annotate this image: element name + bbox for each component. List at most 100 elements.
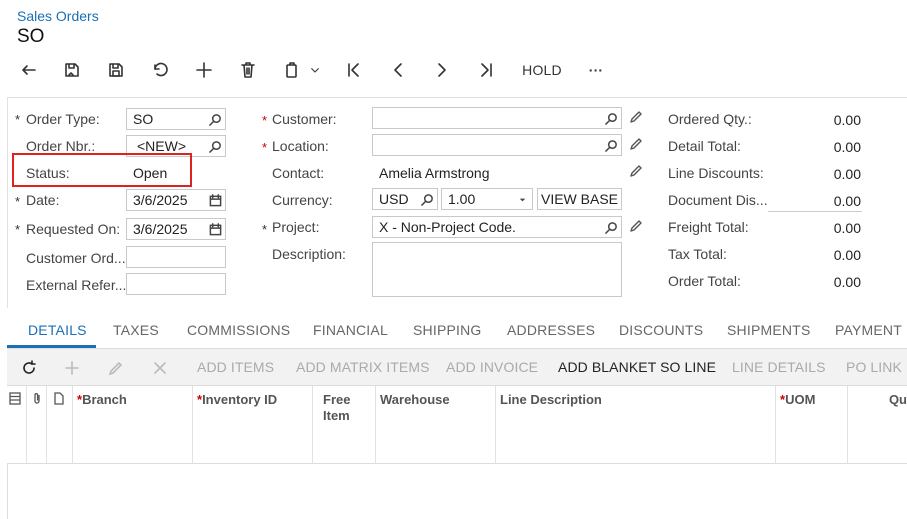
currency-field[interactable]: USD <box>372 188 438 210</box>
external-reference-label: External Refer... <box>26 277 127 293</box>
delete-row-icon[interactable] <box>152 349 168 385</box>
requested-on-field[interactable]: 3/6/2025 <box>126 218 226 240</box>
column-uom[interactable]: *UOM <box>776 386 848 463</box>
calendar-icon[interactable] <box>205 193 225 207</box>
undo-icon[interactable] <box>149 58 171 82</box>
tab-discounts[interactable]: DISCOUNTS <box>619 314 703 348</box>
column-branch[interactable]: *Branch <box>73 386 193 463</box>
column-free-item-label-line1: Free <box>323 392 351 407</box>
hold-button[interactable]: HOLD <box>516 58 568 82</box>
required-marker: * <box>262 222 268 237</box>
calendar-icon[interactable] <box>205 222 225 236</box>
column-warehouse[interactable]: Warehouse <box>376 386 496 463</box>
column-line-description-label: Line Description <box>500 392 602 407</box>
column-quantity[interactable]: Qu <box>848 386 907 463</box>
tab-taxes[interactable]: TAXES <box>113 314 159 348</box>
add-row-icon[interactable] <box>64 349 80 385</box>
view-base-button[interactable]: VIEW BASE <box>537 188 622 210</box>
line-details-button[interactable]: LINE DETAILS <box>732 349 826 385</box>
edit-project-icon[interactable] <box>629 219 643 236</box>
add-blanket-so-line-button[interactable]: ADD BLANKET SO LINE <box>558 349 716 385</box>
column-inventory-id-label: Inventory ID <box>202 392 278 407</box>
add-matrix-items-button[interactable]: ADD MATRIX ITEMS <box>296 349 430 385</box>
customer-order-label: Customer Ord... <box>26 250 126 266</box>
location-label: Location: <box>272 138 329 154</box>
date-field[interactable]: 3/6/2025 <box>126 189 226 211</box>
contact-label: Contact: <box>272 165 325 181</box>
previous-record-icon[interactable] <box>387 58 409 82</box>
edit-location-icon[interactable] <box>629 137 643 154</box>
note-icon <box>47 386 73 463</box>
edit-contact-icon[interactable] <box>629 164 643 181</box>
tab-financial[interactable]: FINANCIAL <box>313 314 388 348</box>
save-close-icon[interactable] <box>61 58 83 82</box>
required-marker: * <box>15 222 21 237</box>
next-record-icon[interactable] <box>431 58 453 82</box>
external-reference-field[interactable] <box>126 273 226 295</box>
currency-rate-field[interactable]: 1.00 <box>441 188 533 210</box>
description-field[interactable] <box>372 242 622 297</box>
ordered-qty-label: Ordered Qty.: <box>668 111 752 127</box>
search-icon[interactable] <box>601 139 621 152</box>
delete-icon[interactable] <box>237 58 259 82</box>
view-base-label: VIEW BASE <box>540 191 619 207</box>
chevron-down-icon[interactable] <box>307 58 323 82</box>
search-icon[interactable] <box>417 193 437 206</box>
column-free-item[interactable]: Free Item <box>313 386 376 463</box>
description-label: Description: <box>272 246 346 262</box>
search-icon[interactable] <box>205 140 225 153</box>
back-icon[interactable] <box>18 58 40 82</box>
required-marker: * <box>15 112 21 127</box>
order-type-label: Order Type: <box>26 111 100 127</box>
po-link-button[interactable]: PO LINK <box>846 349 902 385</box>
add-icon[interactable] <box>193 58 215 82</box>
customer-field[interactable] <box>372 107 622 129</box>
edit-customer-icon[interactable] <box>629 110 643 127</box>
location-field[interactable] <box>372 134 622 156</box>
edit-row-icon[interactable] <box>108 349 124 385</box>
first-record-icon[interactable] <box>343 58 365 82</box>
currency-value: USD <box>379 191 409 207</box>
save-icon[interactable] <box>105 58 127 82</box>
detail-total-value: 0.00 <box>833 139 861 155</box>
tab-shipping[interactable]: SHIPPING <box>413 314 482 348</box>
last-record-icon[interactable] <box>475 58 497 82</box>
required-marker: * <box>262 113 268 128</box>
caret-down-icon[interactable] <box>512 193 532 206</box>
more-menu-icon[interactable]: ··· <box>582 58 610 82</box>
order-nbr-value: <NEW> <box>137 138 187 154</box>
tab-commissions[interactable]: COMMISSIONS <box>187 314 290 348</box>
project-field[interactable]: X - Non-Project Code. <box>372 216 622 238</box>
status-label: Status: <box>26 165 70 181</box>
add-items-button[interactable]: ADD ITEMS <box>197 349 274 385</box>
grid-body <box>7 463 907 519</box>
project-value: X - Non-Project Code. <box>379 219 516 235</box>
required-marker: * <box>15 194 21 209</box>
customer-order-field[interactable] <box>126 246 226 268</box>
add-invoice-button[interactable]: ADD INVOICE <box>446 349 538 385</box>
refresh-icon[interactable] <box>21 349 37 385</box>
required-marker: * <box>262 140 268 155</box>
tab-payment-links[interactable]: PAYMENT L <box>835 314 907 348</box>
currency-label: Currency: <box>272 192 333 208</box>
column-inventory-id[interactable]: *Inventory ID <box>193 386 313 463</box>
breadcrumb[interactable]: Sales Orders <box>17 8 99 24</box>
contact-value[interactable]: Amelia Armstrong <box>379 165 489 181</box>
date-label: Date: <box>26 192 60 208</box>
search-icon[interactable] <box>205 113 225 126</box>
requested-on-value: 3/6/2025 <box>133 221 188 237</box>
copy-paste-icon[interactable] <box>281 58 303 82</box>
tab-shipments[interactable]: SHIPMENTS <box>727 314 810 348</box>
order-type-field[interactable]: SO <box>126 108 226 130</box>
row-settings-icon[interactable] <box>7 386 27 463</box>
tab-details[interactable]: DETAILS <box>7 314 96 348</box>
attachment-icon <box>27 386 47 463</box>
search-icon[interactable] <box>601 112 621 125</box>
order-nbr-label: Order Nbr.: <box>26 138 96 154</box>
column-quantity-label: Qu <box>888 392 907 407</box>
search-icon[interactable] <box>601 221 621 234</box>
freight-total-label: Freight Total: <box>668 219 749 235</box>
document-discount-underline <box>768 211 862 212</box>
column-line-description[interactable]: Line Description <box>496 386 776 463</box>
tab-addresses[interactable]: ADDRESSES <box>507 314 595 348</box>
